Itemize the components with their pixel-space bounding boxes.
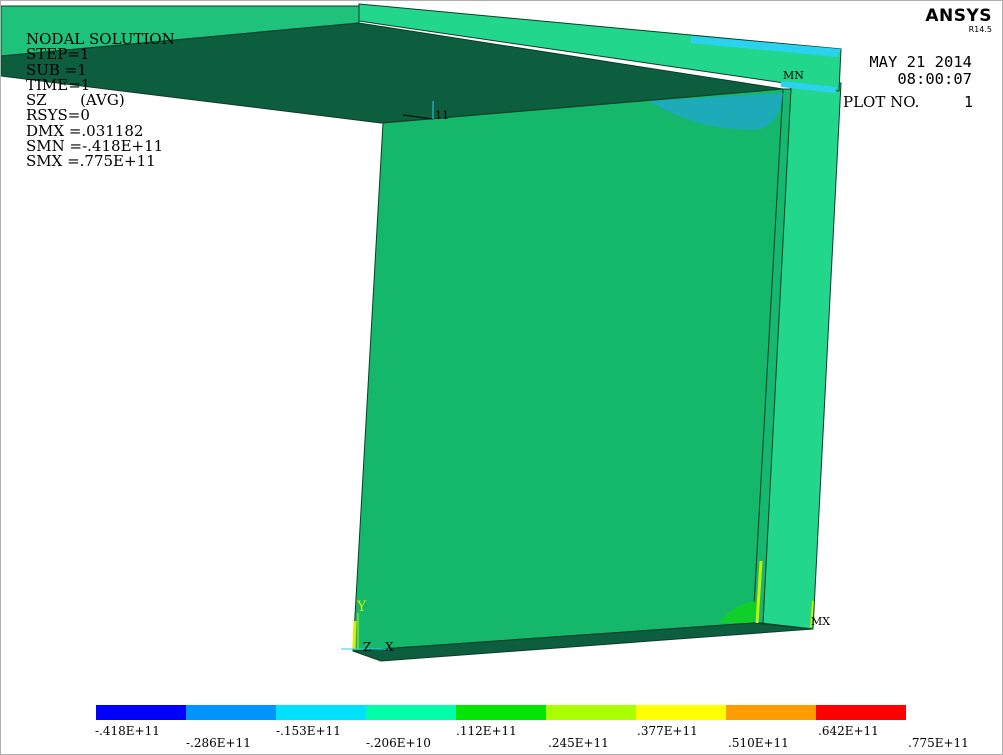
legend-swatch-2 (186, 705, 276, 720)
legend-swatch-7 (636, 705, 726, 720)
axis-x-label: X (385, 640, 394, 654)
legend-label-top-5: .642E+11 (818, 724, 879, 738)
legend-label-top-1: -.418E+11 (95, 724, 160, 738)
axis-z-label: Z (363, 640, 372, 654)
legend-swatch-5 (456, 705, 546, 720)
legend-label-bottom-2: -.206E+10 (366, 736, 431, 750)
plot-time: 08:00:07 (897, 70, 972, 88)
legend-swatch-9 (816, 705, 906, 720)
legend-label-top-4: .377E+11 (637, 724, 698, 738)
graphics-viewport[interactable]: MN MX 11 Y Z X NODAL SOLUTION STEP=1 SUB… (0, 0, 1003, 755)
date-time-block: MAY 21 2014 08:00:07 (869, 54, 972, 88)
legend-label-bottom-3: .245E+11 (548, 736, 609, 750)
axis-y-label: Y (357, 599, 367, 615)
web-panel (352, 88, 784, 652)
legend-swatch-1 (96, 705, 186, 720)
min-marker-label: MN (783, 69, 804, 82)
plot-date: MAY 21 2014 (869, 53, 972, 71)
legend-swatch-4 (366, 705, 456, 720)
legend-label-top-3: .112E+11 (456, 724, 517, 738)
legend-swatch-8 (726, 705, 816, 720)
info-line-smx: SMX =.775E+11 (26, 152, 156, 171)
legend-label-bottom-1: -.286E+11 (186, 736, 251, 750)
legend-label-bottom-4: .510E+11 (728, 736, 789, 750)
legend-swatch-3 (276, 705, 366, 720)
legend-label-top-2: -.153E+11 (276, 724, 341, 738)
node-label: 11 (435, 109, 449, 122)
brand-version: R14.5 (968, 25, 992, 34)
plot-number-value: 1 (964, 93, 974, 111)
legend-swatch-6 (546, 705, 636, 720)
solution-info: NODAL SOLUTION STEP=1 SUB =1 TIME=1 SZ (… (26, 31, 175, 171)
legend-label-bottom-5: .775E+11 (908, 736, 969, 750)
max-marker-label: MX (811, 615, 831, 628)
left-edge-yellow (352, 620, 357, 650)
plot-number-label: PLOT NO. (843, 93, 920, 111)
brand-name: ANSYS (925, 6, 992, 26)
ansys-logo: ANSYS R14.5 (925, 7, 992, 35)
contour-legend-bar (96, 705, 906, 720)
